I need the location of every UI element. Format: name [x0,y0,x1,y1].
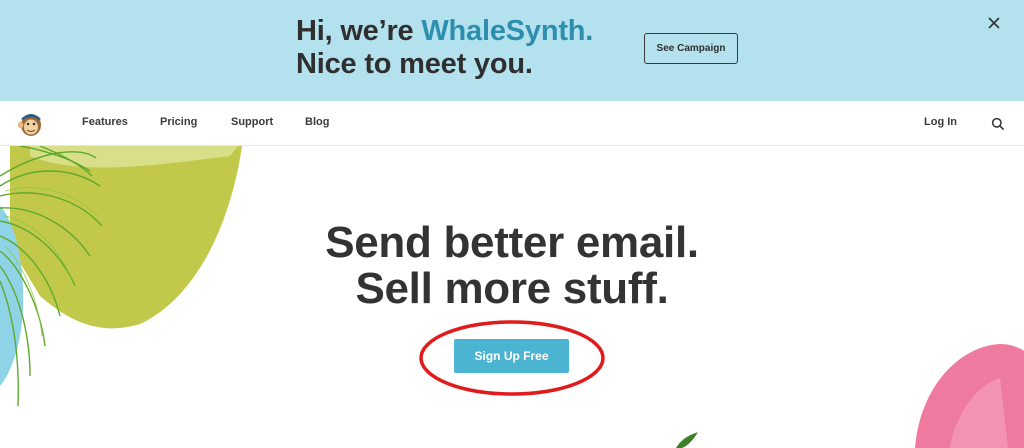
hero-section: Send better email. Sell more stuff. Sign… [0,146,1024,448]
campaign-banner: Hi, we’re WhaleSynth. Nice to meet you. … [0,0,1024,101]
nav-support[interactable]: Support [231,116,273,128]
banner-headline: Hi, we’re WhaleSynth. Nice to meet you. [296,15,593,81]
nav-features[interactable]: Features [82,116,128,128]
login-link[interactable]: Log In [924,116,957,128]
nav-pricing[interactable]: Pricing [160,116,197,128]
banner-brand: WhaleSynth. [421,15,594,47]
close-icon[interactable] [984,13,1004,33]
yellow-blob-shape [10,146,242,329]
see-campaign-button[interactable]: See Campaign [644,33,738,64]
main-nav: Features Pricing Support Blog Log In [0,101,1024,146]
nav-blog[interactable]: Blog [305,116,329,128]
sign-up-free-button[interactable]: Sign Up Free [454,339,569,373]
hero-line2: Sell more stuff. [355,264,669,313]
monkey-logo-icon[interactable] [16,108,46,138]
search-icon[interactable] [991,117,1005,131]
page: Hi, we’re WhaleSynth. Nice to meet you. … [0,0,1024,448]
small-leaf-icon [676,432,698,448]
banner-line2: Nice to meet you. [296,48,533,80]
hero-headline: Send better email. Sell more stuff. [262,220,762,312]
hero-line1: Send better email. [325,218,699,267]
banner-greeting: Hi, we’re [296,15,422,47]
